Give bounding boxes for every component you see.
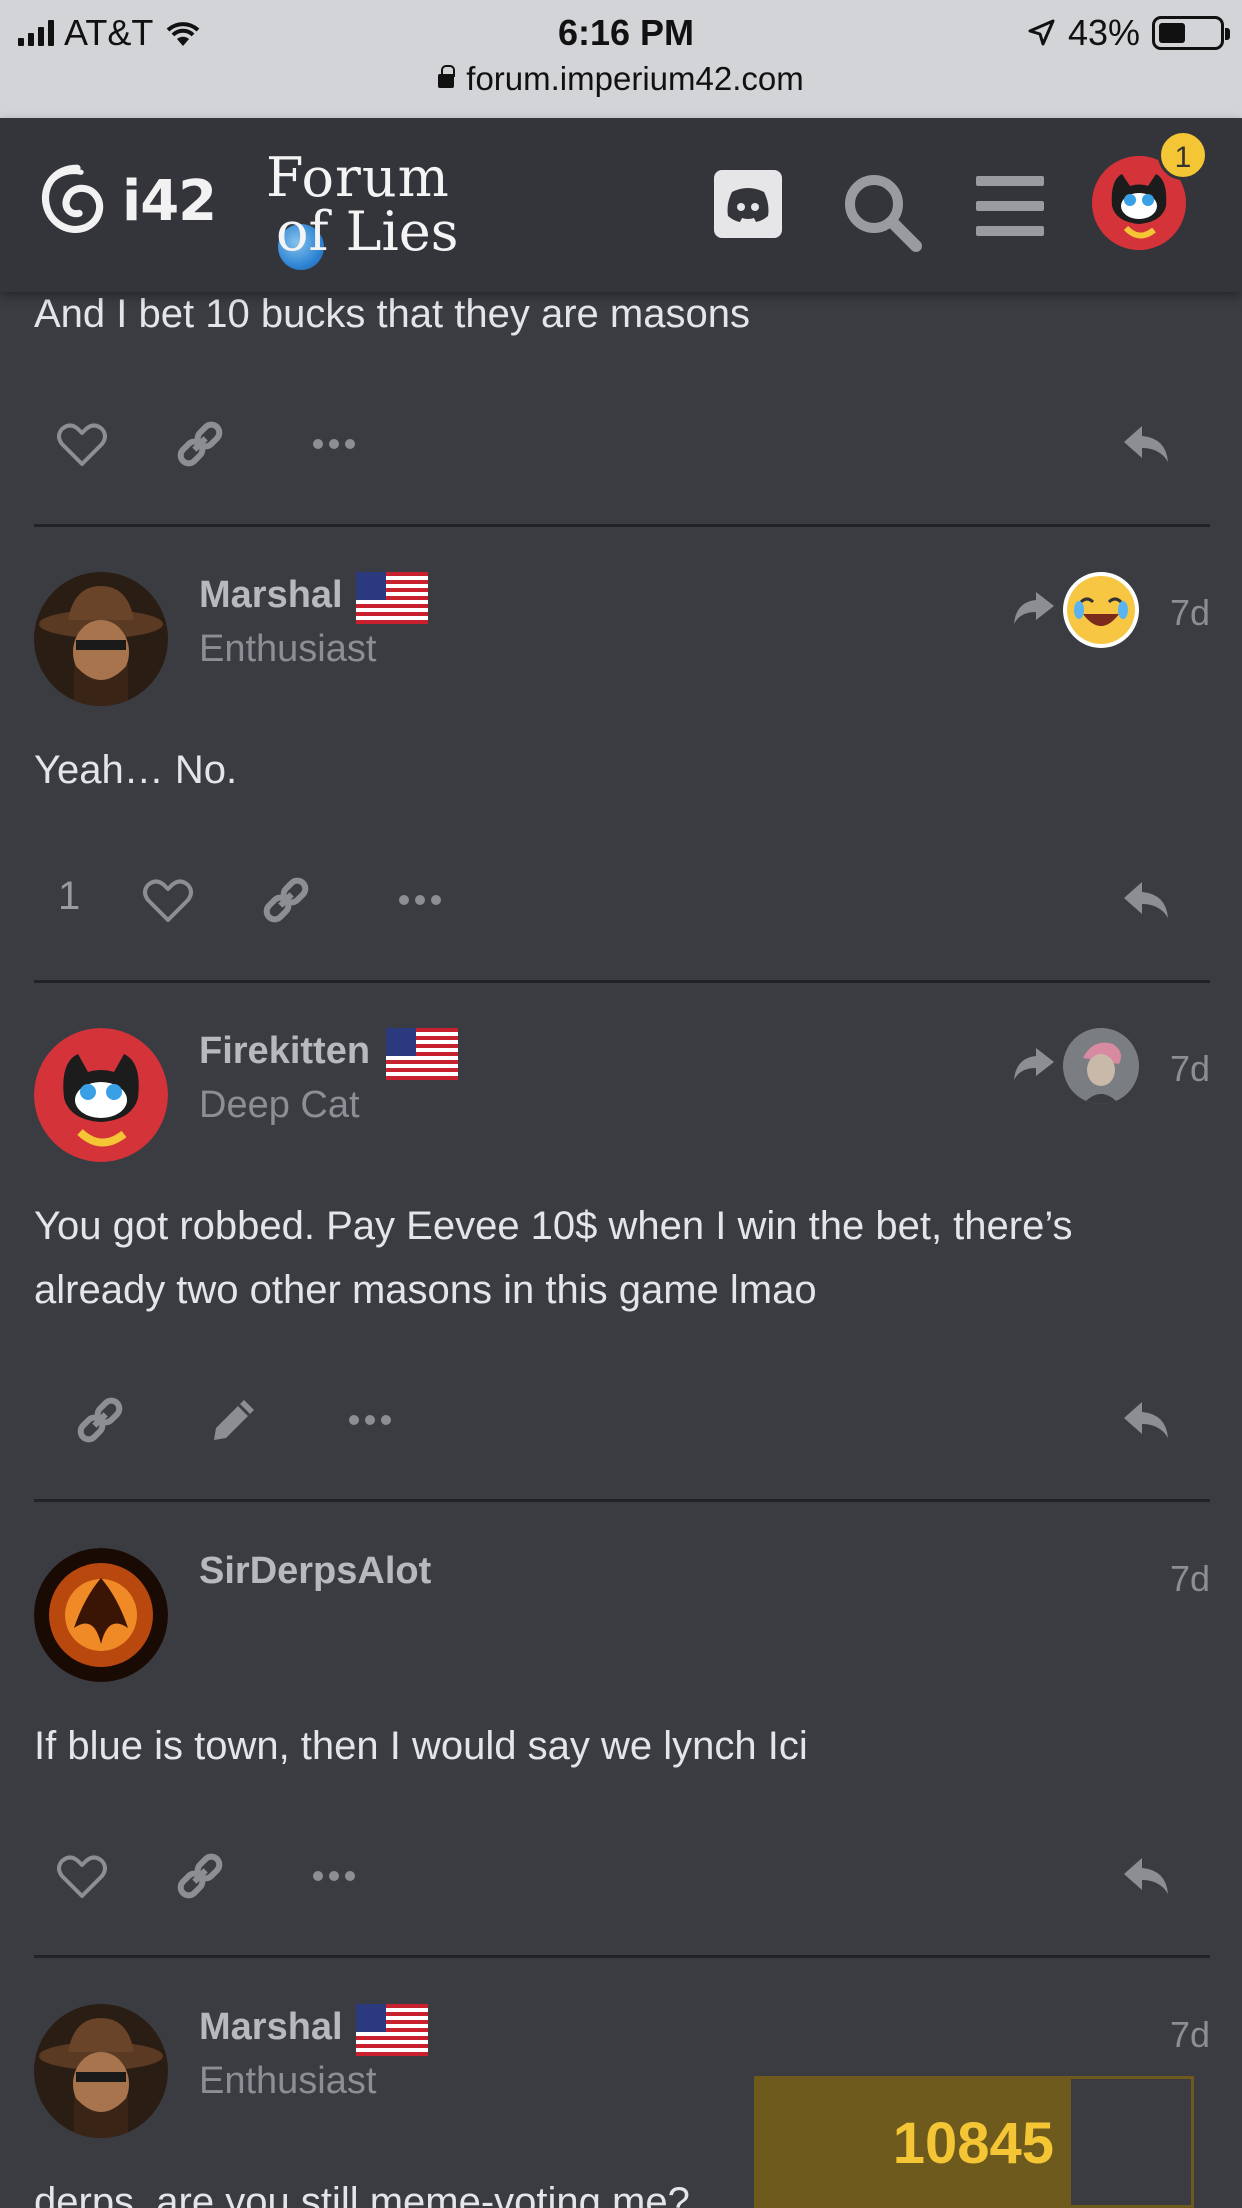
post-actions xyxy=(34,1380,1210,1460)
avatar[interactable] xyxy=(34,2004,168,2138)
avatar[interactable] xyxy=(34,1548,168,1682)
reply-icon[interactable] xyxy=(1118,1392,1174,1448)
search-icon[interactable] xyxy=(840,170,924,254)
edit-pencil-icon[interactable] xyxy=(206,1392,262,1448)
i42-logo[interactable]: i42 xyxy=(36,160,226,242)
battery-percent: 43% xyxy=(1067,12,1140,53)
battery-icon xyxy=(1152,16,1230,50)
share-link-icon[interactable] xyxy=(172,1848,228,1904)
post-divider xyxy=(34,524,1210,527)
like-count[interactable]: 1 xyxy=(58,874,80,919)
post-body: derps, are you still meme-voting me? xyxy=(34,2180,690,2208)
reply-to-avatar[interactable] xyxy=(1063,572,1139,648)
share-link-icon[interactable] xyxy=(258,872,314,928)
user-title: Enthusiast xyxy=(199,2060,377,2102)
more-options-icon[interactable] xyxy=(392,872,448,928)
forum-logo-line2: of Lies xyxy=(276,200,459,263)
avatar[interactable] xyxy=(34,1028,168,1162)
reply-icon[interactable] xyxy=(1118,1848,1174,1904)
site-header: i42 Forum of Lies xyxy=(0,118,1242,292)
status-right: 43% xyxy=(1026,12,1230,54)
more-options-icon[interactable] xyxy=(306,416,362,472)
post-body: If blue is town, then I would say we lyn… xyxy=(34,1724,808,1768)
swirl-logo-icon xyxy=(41,164,104,233)
discord-icon[interactable] xyxy=(714,170,782,238)
post-body: Yeah… No. xyxy=(34,748,238,792)
user-title: Enthusiast xyxy=(199,628,377,670)
counter-box-empty xyxy=(1068,2076,1194,2208)
us-flag-icon xyxy=(356,2004,428,2056)
reply-icon[interactable] xyxy=(1118,416,1174,472)
username[interactable]: Marshal xyxy=(199,2006,343,2049)
avatar[interactable] xyxy=(34,572,168,706)
like-heart-icon[interactable] xyxy=(140,872,196,928)
us-flag-icon xyxy=(386,1028,458,1080)
reply-to-avatar[interactable] xyxy=(1063,1028,1139,1104)
username[interactable]: SirDerpsAlot xyxy=(199,1550,431,1593)
post-actions: 1 xyxy=(34,860,1210,940)
i42-logo-text: i42 xyxy=(122,168,217,234)
username[interactable]: Firekitten xyxy=(199,1030,370,1073)
lock-icon xyxy=(438,65,456,88)
post-divider xyxy=(34,980,1210,983)
hamburger-menu-icon[interactable] xyxy=(974,170,1046,242)
location-arrow-icon xyxy=(1028,19,1055,46)
us-flag-icon xyxy=(356,572,428,624)
more-options-icon[interactable] xyxy=(342,1392,398,1448)
reply-to-arrow-icon[interactable] xyxy=(1012,588,1056,628)
share-link-icon[interactable] xyxy=(172,416,228,472)
post-actions xyxy=(34,1836,1210,1916)
post-body-line: You got robbed. Pay Eevee 10$ when I win… xyxy=(34,1204,1073,1248)
post-divider xyxy=(34,1955,1210,1958)
like-heart-icon[interactable] xyxy=(54,416,110,472)
reply-to-arrow-icon[interactable] xyxy=(1012,1044,1056,1084)
forum-of-lies-logo[interactable]: Forum of Lies xyxy=(262,146,502,270)
post-body-line: already two other masons in this game lm… xyxy=(34,1268,817,1312)
ios-status-bar: AT&T 6:16 PM 43% forum.imperium42.com xyxy=(0,0,1242,118)
post-age[interactable]: 7d xyxy=(1170,2014,1210,2056)
post-age[interactable]: 7d xyxy=(1170,1048,1210,1090)
post-age[interactable]: 7d xyxy=(1170,592,1210,634)
address-bar[interactable]: forum.imperium42.com xyxy=(0,60,1242,98)
share-link-icon[interactable] xyxy=(72,1392,128,1448)
post-divider xyxy=(34,1499,1210,1502)
counter-value: 10845 xyxy=(892,2111,1054,2176)
post-actions xyxy=(34,404,1210,484)
post-counter-overlay[interactable]: 10845 xyxy=(754,2076,1194,2208)
like-heart-icon[interactable] xyxy=(54,1848,110,1904)
url-text: forum.imperium42.com xyxy=(466,60,804,97)
reply-icon[interactable] xyxy=(1118,872,1174,928)
post-age[interactable]: 7d xyxy=(1170,1558,1210,1600)
user-title: Deep Cat xyxy=(199,1084,360,1126)
more-options-icon[interactable] xyxy=(306,1848,362,1904)
username[interactable]: Marshal xyxy=(199,574,343,617)
notification-badge[interactable]: 1 xyxy=(1158,130,1208,180)
